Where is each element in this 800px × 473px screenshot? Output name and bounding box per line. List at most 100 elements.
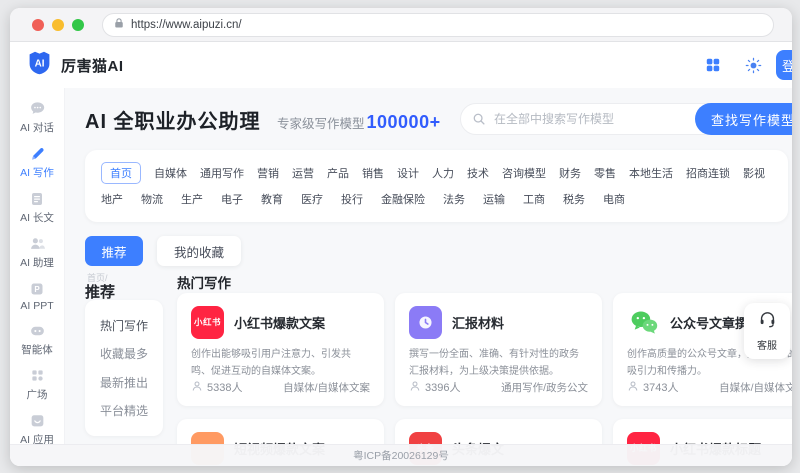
user-count-label: 3396人: [425, 382, 461, 394]
sidebar-item-label: AI 写作: [20, 167, 54, 179]
sidebar-item-label: 广场: [26, 389, 48, 401]
sidebar-item-icon: [30, 367, 45, 384]
category-tab[interactable]: 营销: [257, 165, 279, 181]
sidebar-item[interactable]: P AI PPT: [20, 280, 54, 312]
category-tab[interactable]: 影视: [743, 165, 765, 181]
category-tab[interactable]: 咨询模型: [502, 165, 546, 181]
model-card-icon: [409, 306, 442, 339]
category-tab[interactable]: 设计: [397, 165, 419, 181]
sidebar-item[interactable]: AI 写作: [20, 145, 54, 180]
sidebar-item-label: 智能体: [21, 344, 53, 356]
model-card-description: 撰写一份全面、准确、有针对性的政务汇报材料，为上级决策提供依据。: [409, 349, 579, 377]
browser-window: https://www.aipuzi.cn/ AI 厉害猫AI 登录 AI 对话…: [10, 8, 792, 466]
url-text: https://www.aipuzi.cn/: [131, 18, 242, 31]
search-models-button[interactable]: 查找写作模型: [695, 103, 792, 135]
category-tab[interactable]: 运输: [483, 191, 505, 207]
model-card-title: 汇报材料: [452, 316, 505, 331]
category-row-1: 首页 自媒体 通用写作 营销 运营 产品 销售 设计 人力 技术 咨询模型 财务 零售 本地生活 招商连锁影…: [101, 160, 772, 186]
category-tab[interactable]: 首页: [101, 162, 141, 184]
person-icon: [191, 380, 203, 395]
theme-sun-icon[interactable]: [744, 56, 762, 74]
model-card-footer: 3743人 自媒体/自媒体文案: [627, 379, 792, 395]
person-icon: [627, 380, 639, 395]
subnav-item[interactable]: 最新推出: [100, 374, 148, 391]
favorites-button[interactable]: 我的收藏: [157, 236, 242, 266]
category-tab[interactable]: 投行: [341, 191, 363, 207]
sidebar-item-label: AI PPT: [20, 300, 54, 312]
category-tab[interactable]: 招商连锁: [686, 165, 730, 181]
category-tab[interactable]: 通用写作: [200, 165, 244, 181]
sidebar-item[interactable]: AI 应用: [20, 412, 54, 447]
category-tab[interactable]: 生产: [181, 191, 203, 207]
category-tab[interactable]: 本地生活: [629, 165, 673, 181]
address-bar[interactable]: https://www.aipuzi.cn/: [102, 12, 774, 37]
main-content: AI 全职业办公助理 专家级写作模型 100000+ 查找写作模型 首页自媒体通…: [65, 88, 792, 466]
user-count: 3743人: [627, 379, 678, 395]
brand-name: 厉害猫AI: [61, 57, 124, 75]
category-tab[interactable]: 金融保险: [381, 191, 425, 207]
zoom-button[interactable]: [72, 18, 84, 31]
support-label: 客服: [757, 341, 777, 352]
category-tab[interactable]: 工商: [523, 191, 545, 207]
subnav-item[interactable]: 收藏最多: [100, 345, 148, 362]
icp-number: 粤ICP备20026129号: [353, 450, 449, 462]
stat-label: 专家级写作模型: [277, 117, 365, 131]
category-tab[interactable]: 财务: [559, 165, 581, 181]
close-button[interactable]: [32, 18, 44, 31]
model-card-description: 创作出能够吸引用户注意力、引发共鸣、促进互动的自媒体文案。: [191, 349, 351, 377]
sidebar-item-icon: [29, 145, 46, 162]
category-tab[interactable]: 物流: [141, 191, 163, 207]
category-tab[interactable]: 税务: [563, 191, 585, 207]
category-tab[interactable]: 电商: [603, 191, 625, 207]
subnav-item[interactable]: 热门写作: [100, 317, 148, 334]
model-card-footer: 3396人 通用写作/政务公文: [409, 379, 588, 395]
breadcrumb-current: 推荐: [85, 284, 116, 301]
sidebar-item[interactable]: AI 长文: [20, 190, 54, 225]
model-stat: 专家级写作模型 100000+: [277, 112, 441, 133]
minimize-button[interactable]: [52, 18, 64, 31]
support-widget[interactable]: 客服: [744, 303, 790, 359]
model-card-icon: [627, 306, 660, 339]
sidebar-item[interactable]: 智能体: [21, 322, 53, 357]
hot-cards-grid: 小红书 小红书爆款文案 创作出能够吸引用户注意力、引发共鸣、促进互动的自媒体文案…: [177, 293, 792, 406]
recommend-button[interactable]: 推荐: [85, 236, 143, 266]
app-grid-icon[interactable]: [704, 56, 722, 74]
model-category: 自媒体/自媒体文案: [719, 381, 792, 394]
category-tab[interactable]: 产品: [327, 165, 349, 181]
category-tab[interactable]: 地产: [101, 191, 123, 207]
sidebar-item[interactable]: 广场: [27, 367, 48, 402]
category-tab[interactable]: 运营: [292, 165, 314, 181]
login-button[interactable]: 登录: [776, 50, 792, 80]
subnav-item[interactable]: 平台精选: [100, 402, 148, 419]
model-card[interactable]: 汇报材料 撰写一份全面、准确、有针对性的政务汇报材料，为上级决策提供依据。 33…: [395, 293, 602, 406]
model-card-title: 小红书爆款文案: [234, 316, 326, 331]
headset-icon: [758, 310, 777, 334]
user-count-label: 5338人: [207, 382, 243, 394]
stat-value: 100000+: [366, 112, 441, 132]
category-tab[interactable]: 自媒体: [154, 165, 187, 181]
category-tab[interactable]: 技术: [467, 165, 489, 181]
category-tab[interactable]: 零售: [594, 165, 616, 181]
category-tab[interactable]: 电子: [221, 191, 243, 207]
category-tab[interactable]: 销售: [362, 165, 384, 181]
category-tab[interactable]: 法务: [443, 191, 465, 207]
footer: 粤ICP备20026129号: [10, 444, 792, 466]
sidebar-item-icon: [29, 100, 46, 117]
category-tab[interactable]: 人力: [432, 165, 454, 181]
sidebar-item[interactable]: AI 助理: [20, 235, 54, 270]
sidebar: AI 对话 AI 写作 AI 长文 AI 助理 P AI PPT 智能体 广场 …: [10, 88, 65, 466]
user-count-label: 3743人: [643, 382, 679, 394]
category-tabs-card: 首页 自媒体 通用写作 营销 运营 产品 销售 设计 人力 技术 咨询模型 财务 零售 本地生活 招商连锁影…: [85, 150, 788, 222]
sidebar-item[interactable]: AI 对话: [20, 100, 54, 135]
model-card-head: 小红书 小红书爆款文案: [191, 306, 370, 339]
model-card-footer: 5338人 自媒体/自媒体文案: [191, 379, 370, 395]
category-tab[interactable]: 教育: [261, 191, 283, 207]
sidebar-item-icon: [29, 190, 45, 207]
brand-logo-icon: AI: [26, 49, 53, 81]
category-tab[interactable]: 医疗: [301, 191, 323, 207]
model-card-head: 汇报材料: [409, 306, 588, 339]
sidebar-item-icon: [29, 322, 46, 339]
model-category: 自媒体/自媒体文案: [283, 381, 370, 394]
model-card[interactable]: 小红书 小红书爆款文案 创作出能够吸引用户注意力、引发共鸣、促进互动的自媒体文案…: [177, 293, 384, 406]
category-row-2: 地产 物流 生产 电子 教育 医疗 投行 金融保险 法务 运输 工商 税务 电商: [101, 186, 772, 212]
